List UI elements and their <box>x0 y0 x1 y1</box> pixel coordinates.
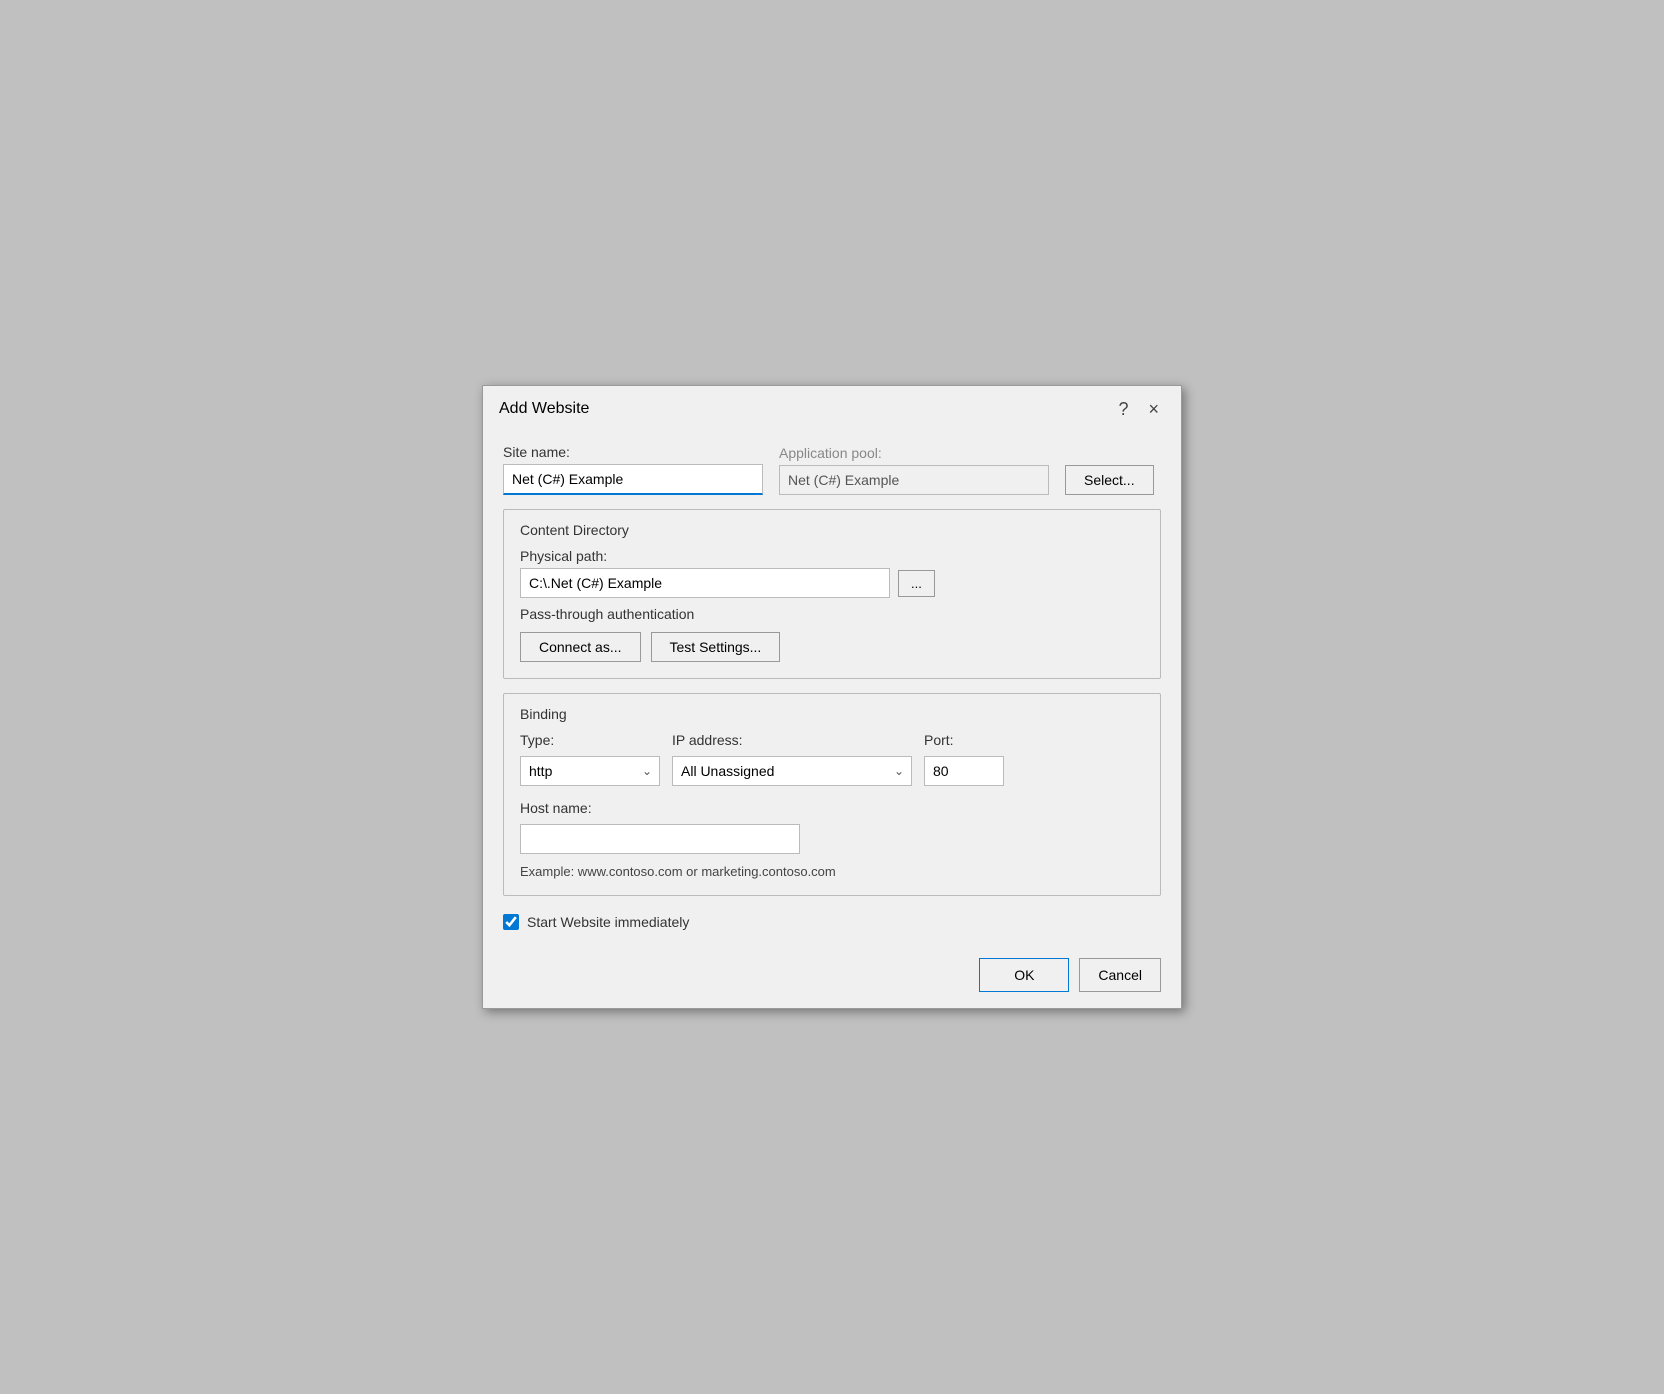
cancel-button[interactable]: Cancel <box>1079 958 1161 992</box>
host-name-input[interactable] <box>520 824 800 854</box>
binding-legend: Binding <box>520 706 1144 722</box>
port-input[interactable] <box>924 756 1004 786</box>
ip-label: IP address: <box>672 732 912 748</box>
top-row: Site name: Application pool: Select... <box>503 444 1161 495</box>
dialog-title: Add Website <box>499 400 589 418</box>
type-select-wrapper: http https ⌄ <box>520 756 660 786</box>
dialog-footer: OK Cancel <box>483 946 1181 1008</box>
app-pool-label: Application pool: <box>779 445 1049 461</box>
port-col: Port: <box>924 732 1004 786</box>
start-website-label: Start Website immediately <box>527 914 689 930</box>
select-app-pool-button[interactable]: Select... <box>1065 465 1154 495</box>
test-settings-button[interactable]: Test Settings... <box>651 632 781 662</box>
title-bar-controls: ? × <box>1112 398 1165 420</box>
host-name-label: Host name: <box>520 800 1144 816</box>
pass-through-label: Pass-through authentication <box>520 606 1144 622</box>
browse-button[interactable]: ... <box>898 570 935 597</box>
start-website-checkbox[interactable] <box>503 914 519 930</box>
help-button[interactable]: ? <box>1112 398 1134 420</box>
ok-button[interactable]: OK <box>979 958 1069 992</box>
physical-path-row: ... <box>520 568 1144 598</box>
close-button[interactable]: × <box>1142 398 1165 420</box>
connect-as-button[interactable]: Connect as... <box>520 632 641 662</box>
ip-select-wrapper: All Unassigned ⌄ <box>672 756 912 786</box>
site-name-label: Site name: <box>503 444 763 460</box>
site-name-input[interactable] <box>503 464 763 495</box>
type-select[interactable]: http https <box>520 756 660 786</box>
type-col: Type: http https ⌄ <box>520 732 660 786</box>
ip-select[interactable]: All Unassigned <box>672 756 912 786</box>
ip-col: IP address: All Unassigned ⌄ <box>672 732 912 786</box>
dialog-body: Site name: Application pool: Select... C… <box>483 428 1181 946</box>
binding-section: Binding Type: http https ⌄ IP address: <box>503 693 1161 896</box>
site-name-group: Site name: <box>503 444 763 495</box>
title-bar: Add Website ? × <box>483 386 1181 428</box>
physical-path-label: Physical path: <box>520 548 1144 564</box>
host-name-example: Example: www.contoso.com or marketing.co… <box>520 864 1144 879</box>
physical-path-input[interactable] <box>520 568 890 598</box>
port-label: Port: <box>924 732 1004 748</box>
app-pool-group: Application pool: <box>779 445 1049 495</box>
type-label: Type: <box>520 732 660 748</box>
add-website-dialog: Add Website ? × Site name: Application p… <box>482 385 1182 1009</box>
content-directory-section: Content Directory Physical path: ... Pas… <box>503 509 1161 679</box>
binding-grid: Type: http https ⌄ IP address: All Unass… <box>520 732 1144 786</box>
app-pool-input[interactable] <box>779 465 1049 495</box>
start-website-row: Start Website immediately <box>503 914 1161 930</box>
content-directory-legend: Content Directory <box>520 522 1144 538</box>
host-name-col: Host name: Example: www.contoso.com or m… <box>520 800 1144 879</box>
connect-test-row: Connect as... Test Settings... <box>520 632 1144 662</box>
